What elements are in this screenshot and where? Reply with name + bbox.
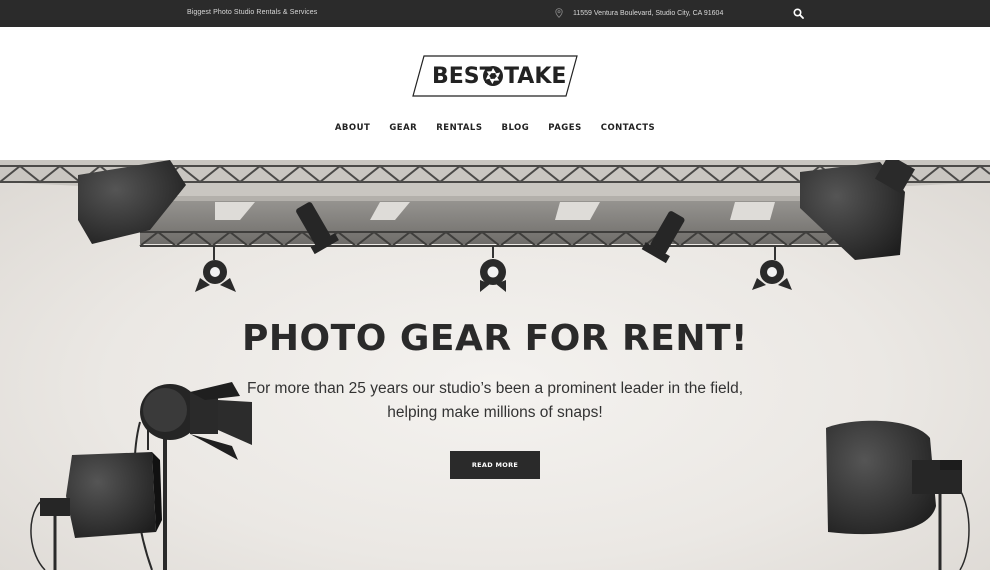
nav-item-pages[interactable]: PAGES xyxy=(548,123,581,133)
search-icon[interactable] xyxy=(793,8,804,19)
tagline: Biggest Photo Studio Rentals & Services xyxy=(187,9,318,16)
studio-scene-image xyxy=(0,160,990,570)
nav-item-gear[interactable]: GEAR xyxy=(389,123,417,133)
nav-item-about[interactable]: ABOUT xyxy=(335,123,370,133)
hero-section: PHOTO GEAR FOR RENT! For more than 25 ye… xyxy=(0,160,990,570)
top-bar: Biggest Photo Studio Rentals & Services … xyxy=(0,0,990,27)
main-nav: ABOUT GEAR RENTALS BLOG PAGES CONTACTS xyxy=(0,123,990,133)
logo[interactable]: BEST TAKE xyxy=(412,55,578,97)
hero-title: PHOTO GEAR FOR RENT! xyxy=(242,318,748,359)
address: 11559 Ventura Boulevard, Studio City, CA… xyxy=(555,8,723,18)
aperture-icon xyxy=(483,66,503,86)
site-header: BEST TAKE ABOUT GEAR RENTALS BLOG PAGES … xyxy=(0,27,990,160)
nav-item-contacts[interactable]: CONTACTS xyxy=(601,123,655,133)
address-text: 11559 Ventura Boulevard, Studio City, CA… xyxy=(573,9,724,17)
hero-description: For more than 25 years our studio’s been… xyxy=(247,380,743,421)
read-more-button[interactable]: READ MORE xyxy=(450,451,540,479)
nav-item-rentals[interactable]: RENTALS xyxy=(436,123,482,133)
nav-item-blog[interactable]: BLOG xyxy=(501,123,529,133)
map-pin-icon xyxy=(555,8,563,18)
logo-word-take: TAKE xyxy=(504,64,567,89)
